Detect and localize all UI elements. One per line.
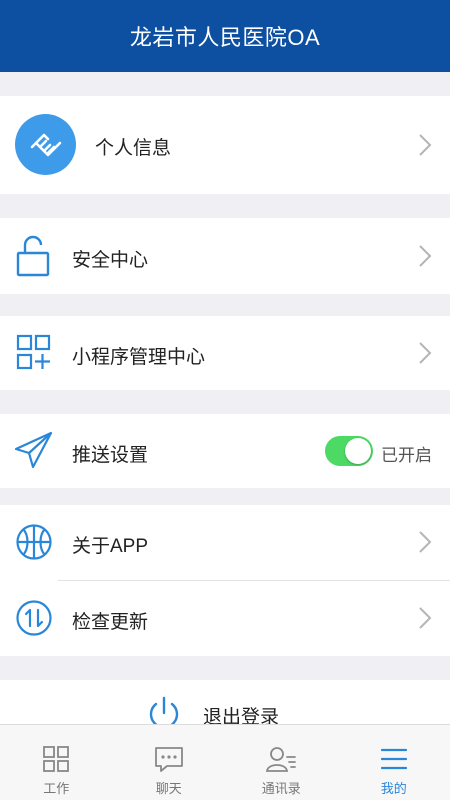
miniprogram-label: 小程序管理中心 bbox=[72, 347, 206, 368]
tab-label: 工作 bbox=[43, 781, 70, 796]
tab-contacts[interactable]: 通讯录 bbox=[225, 725, 338, 800]
tab-label: 聊天 bbox=[155, 781, 182, 796]
app-header: 龙岩市人民医院OA bbox=[0, 0, 450, 72]
push-settings-row: 推送设置 已开启 bbox=[0, 414, 450, 488]
push-toggle[interactable] bbox=[325, 436, 373, 466]
chevron-right-icon bbox=[418, 244, 432, 268]
bottom-tab-bar: 工作 聊天 通讯录 我的 bbox=[0, 724, 450, 800]
menu-icon bbox=[380, 748, 407, 770]
update-row[interactable]: 检查更新 bbox=[0, 581, 450, 656]
tab-chat[interactable]: 聊天 bbox=[113, 725, 226, 800]
profile-row[interactable]: 个人信息 bbox=[0, 96, 450, 194]
basketball-icon bbox=[15, 523, 53, 561]
profile-label: 个人信息 bbox=[95, 138, 172, 159]
toggle-knob bbox=[345, 438, 371, 464]
miniprogram-row[interactable]: 小程序管理中心 bbox=[0, 316, 450, 390]
update-label: 检查更新 bbox=[72, 612, 149, 633]
lock-icon bbox=[14, 234, 52, 278]
push-status: 已开启 bbox=[381, 446, 432, 465]
handshake-icon bbox=[30, 133, 61, 156]
page-title: 龙岩市人民医院OA bbox=[129, 25, 321, 50]
push-settings-label: 推送设置 bbox=[72, 445, 149, 466]
about-group: 关于APP 检查更新 bbox=[0, 505, 450, 656]
chevron-right-icon bbox=[418, 530, 432, 554]
about-row[interactable]: 关于APP bbox=[0, 505, 450, 580]
tab-mine[interactable]: 我的 bbox=[338, 725, 450, 800]
security-label: 安全中心 bbox=[72, 250, 149, 271]
about-label: 关于APP bbox=[72, 536, 149, 557]
contacts-icon bbox=[266, 747, 297, 772]
chevron-right-icon bbox=[418, 133, 432, 157]
grid-plus-icon bbox=[16, 334, 52, 372]
chevron-right-icon bbox=[418, 341, 432, 365]
chat-icon bbox=[154, 747, 183, 772]
tab-work[interactable]: 工作 bbox=[0, 725, 113, 800]
tab-label: 通讯录 bbox=[261, 781, 301, 796]
security-row[interactable]: 安全中心 bbox=[0, 218, 450, 294]
chevron-right-icon bbox=[418, 606, 432, 630]
paper-plane-icon bbox=[14, 430, 54, 470]
avatar bbox=[15, 114, 76, 175]
tab-label: 我的 bbox=[380, 781, 407, 796]
sync-arrows-icon bbox=[15, 599, 53, 637]
grid-icon bbox=[43, 746, 70, 772]
